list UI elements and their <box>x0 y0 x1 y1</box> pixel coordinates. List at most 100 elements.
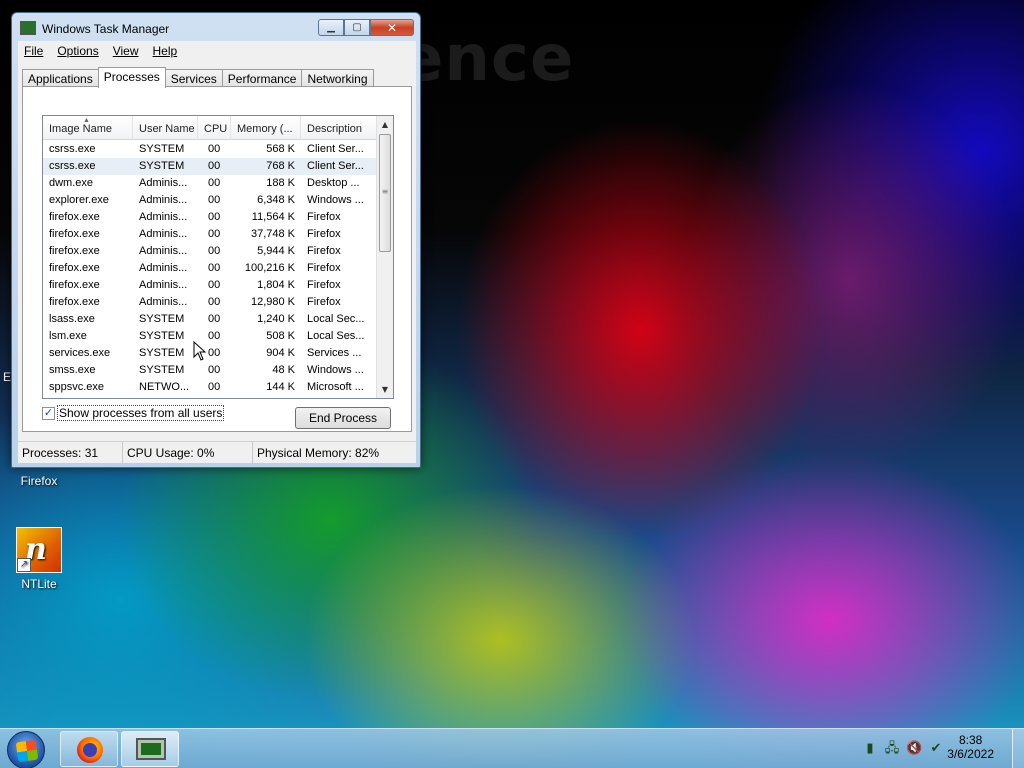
task-manager-window: Windows Task Manager ▁ ▢ ✕ File Options … <box>11 12 421 468</box>
cell-user-name: SYSTEM <box>139 347 185 359</box>
menu-help[interactable]: Help <box>153 44 178 58</box>
volume-muted-icon[interactable]: 🔇 <box>906 741 922 757</box>
table-row[interactable]: csrss.exe SYSTEM 00 768 K Client Ser... <box>43 158 377 175</box>
table-row[interactable]: lsass.exe SYSTEM 00 1,240 K Local Sec... <box>43 311 377 328</box>
cell-image-name: firefox.exe <box>49 228 100 240</box>
cell-image-name: services.exe <box>49 347 111 359</box>
process-list[interactable]: ▲ Image Name User Name CPU Memory (... D… <box>42 115 394 399</box>
cell-memory: 6,348 K <box>257 194 295 206</box>
cell-cpu: 00 <box>208 143 221 155</box>
cell-memory: 568 K <box>266 143 295 155</box>
column-memory[interactable]: Memory (... <box>231 116 301 140</box>
menu-file[interactable]: File <box>24 44 43 58</box>
task-manager-icon <box>20 21 36 35</box>
table-row[interactable]: firefox.exe Adminis... 00 5,944 K Firefo… <box>43 243 377 260</box>
title-bar[interactable]: Windows Task Manager ▁ ▢ ✕ <box>12 13 420 43</box>
start-button[interactable] <box>7 731 45 768</box>
clock[interactable]: 8:38 3/6/2022 <box>947 733 994 761</box>
tab-performance[interactable]: Performance <box>221 69 303 87</box>
cell-cpu: 00 <box>208 228 221 240</box>
close-button[interactable]: ✕ <box>370 19 414 36</box>
firefox-icon <box>77 737 103 763</box>
cpu-meter-icon[interactable]: ▮ <box>862 741 878 757</box>
table-row[interactable]: explorer.exe Adminis... 00 6,348 K Windo… <box>43 192 377 209</box>
scroll-thumb[interactable]: ≡ <box>379 134 391 252</box>
sort-ascending-icon: ▲ <box>83 117 90 124</box>
mouse-cursor-icon <box>193 341 207 361</box>
tab-services[interactable]: Services <box>164 69 223 87</box>
menu-view[interactable]: View <box>113 44 139 58</box>
window-title: Windows Task Manager <box>42 22 170 36</box>
show-desktop-button[interactable] <box>1012 729 1024 768</box>
cell-image-name: firefox.exe <box>49 296 100 308</box>
network-icon[interactable]: 🖧 <box>884 741 900 757</box>
show-all-users-label: Show processes from all users <box>57 405 225 421</box>
cell-user-name: Adminis... <box>139 279 188 291</box>
cell-image-name: explorer.exe <box>49 194 109 206</box>
menu-options[interactable]: Options <box>57 44 98 58</box>
cell-cpu: 00 <box>208 177 221 189</box>
column-image-name[interactable]: ▲ Image Name <box>43 116 133 140</box>
action-center-icon[interactable]: ✔ <box>928 741 944 757</box>
table-row[interactable]: firefox.exe Adminis... 00 1,804 K Firefo… <box>43 277 377 294</box>
taskbar-task-manager-button[interactable] <box>121 731 179 767</box>
cell-description: Firefox <box>307 296 341 308</box>
close-icon: ✕ <box>386 20 398 35</box>
desktop-icon-firefox[interactable]: Firefox <box>4 474 74 488</box>
cell-cpu: 00 <box>208 211 221 223</box>
minimize-button[interactable]: ▁ <box>318 19 344 36</box>
show-all-users-checkbox[interactable]: ✓ Show processes from all users <box>42 405 225 421</box>
cell-memory: 144 K <box>266 381 295 393</box>
cell-description: Client Ser... <box>307 160 364 172</box>
column-user-name[interactable]: User Name <box>133 116 198 140</box>
cell-memory: 5,944 K <box>257 245 295 257</box>
tab-processes[interactable]: Processes <box>97 67 166 88</box>
status-bar: Processes: 31 CPU Usage: 0% Physical Mem… <box>18 441 416 464</box>
table-row[interactable]: smss.exe SYSTEM 00 48 K Windows ... <box>43 362 377 379</box>
cell-image-name: sppsvc.exe <box>49 381 105 393</box>
cell-user-name: NETWO... <box>139 381 190 393</box>
cell-user-name: Adminis... <box>139 194 188 206</box>
cell-image-name: firefox.exe <box>49 245 100 257</box>
column-description[interactable]: Description <box>301 116 377 140</box>
table-row[interactable]: dwm.exe Adminis... 00 188 K Desktop ... <box>43 175 377 192</box>
cell-cpu: 00 <box>208 194 221 206</box>
cell-memory: 48 K <box>272 364 295 376</box>
tab-applications[interactable]: Applications <box>22 69 99 87</box>
scroll-down-button[interactable]: ▼ <box>377 381 393 398</box>
vertical-scrollbar[interactable]: ▲ ≡ ▼ <box>376 116 393 398</box>
desktop-icon-ntlite[interactable]: n ↗ NTLite <box>4 527 74 591</box>
cell-description: Microsoft ... <box>307 381 364 393</box>
table-row[interactable]: firefox.exe Adminis... 00 11,564 K Firef… <box>43 209 377 226</box>
desktop-icon-label: Firefox <box>20 474 58 488</box>
cell-image-name: lsm.exe <box>49 330 87 342</box>
table-row[interactable]: lsm.exe SYSTEM 00 508 K Local Ses... <box>43 328 377 345</box>
table-row[interactable]: csrss.exe SYSTEM 00 568 K Client Ser... <box>43 141 377 158</box>
cell-image-name: dwm.exe <box>49 177 94 189</box>
tab-networking[interactable]: Networking <box>301 69 374 87</box>
table-row[interactable]: services.exe SYSTEM 00 904 K Services ..… <box>43 345 377 362</box>
table-row[interactable]: firefox.exe Adminis... 00 100,216 K Fire… <box>43 260 377 277</box>
scroll-up-button[interactable]: ▲ <box>377 116 393 133</box>
maximize-button[interactable]: ▢ <box>344 19 370 36</box>
table-row[interactable]: firefox.exe Adminis... 00 37,748 K Firef… <box>43 226 377 243</box>
list-header: ▲ Image Name User Name CPU Memory (... D… <box>43 116 377 140</box>
cell-user-name: Adminis... <box>139 262 188 274</box>
table-row[interactable]: sppsvc.exe NETWO... 00 144 K Microsoft .… <box>43 379 377 396</box>
cell-cpu: 00 <box>208 279 221 291</box>
end-process-button[interactable]: End Process <box>295 407 391 429</box>
checkbox-box[interactable]: ✓ <box>42 406 55 420</box>
cell-description: Windows ... <box>307 194 364 206</box>
cell-memory: 1,240 K <box>257 313 295 325</box>
cell-memory: 768 K <box>266 160 295 172</box>
status-physical-memory: Physical Memory: 82% <box>257 446 380 460</box>
taskbar-firefox-button[interactable] <box>60 731 118 767</box>
list-rows: csrss.exe SYSTEM 00 568 K Client Ser... … <box>43 141 377 396</box>
column-cpu[interactable]: CPU <box>198 116 231 140</box>
table-row[interactable]: firefox.exe Adminis... 00 12,980 K Firef… <box>43 294 377 311</box>
cell-description: Services ... <box>307 347 362 359</box>
system-tray: ▮ 🖧 🔇 ✔ <box>862 741 944 757</box>
cell-memory: 100,216 K <box>244 262 295 274</box>
ntlite-icon: n ↗ <box>16 527 62 573</box>
status-cpu-usage: CPU Usage: 0% <box>123 442 253 464</box>
